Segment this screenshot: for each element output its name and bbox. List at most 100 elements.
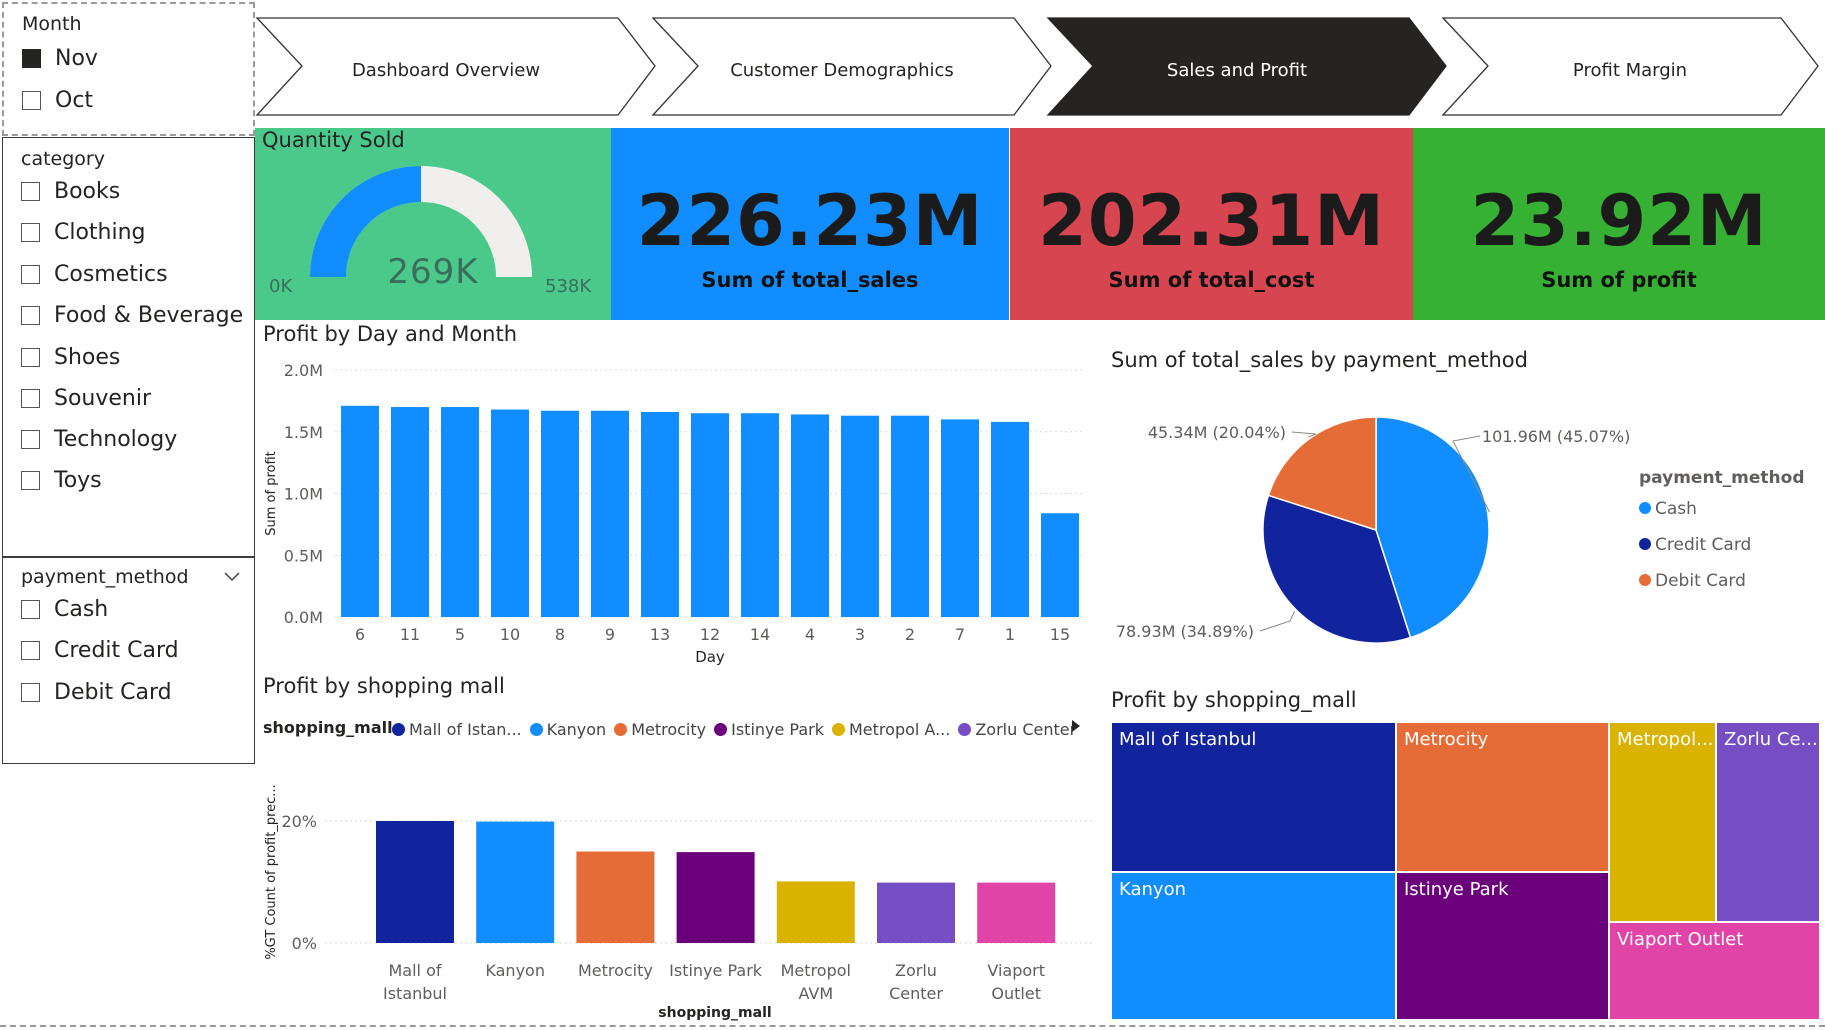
x-tick-label: 10 — [500, 625, 520, 644]
nav-tab-label: Dashboard Overview — [352, 60, 540, 81]
bar — [1041, 513, 1079, 617]
bar — [877, 882, 955, 943]
payment-option-debit-card[interactable]: Debit Card — [21, 678, 172, 706]
treemap-tile[interactable]: Kanyon — [1111, 872, 1396, 1020]
legend-marker — [392, 722, 405, 736]
legend-label: Zorlu Center — [975, 719, 1077, 739]
kpi-card-total-sales[interactable]: 226.23M Sum of total_sales — [611, 128, 1009, 320]
x-tick-label: AVM — [798, 984, 833, 1003]
category-option-technology[interactable]: Technology — [21, 425, 177, 453]
legend-item[interactable]: Metrocity — [614, 718, 706, 740]
profit-treemap[interactable]: Mall of Istanbul Metrocity Metropol... Zorl… — [1111, 722, 1820, 1020]
x-tick-label: Mall of — [388, 961, 441, 980]
treemap-tile-label: Zorlu Ce... — [1724, 729, 1818, 750]
x-tick-label: 14 — [750, 625, 770, 644]
kpi-value: 226.23M — [636, 180, 984, 262]
payment-option-label: Debit Card — [54, 679, 172, 705]
legend-item[interactable]: Zorlu Center — [958, 718, 1076, 740]
category-option-cosmetics[interactable]: Cosmetics — [21, 260, 168, 288]
kpi-label: Sum of total_cost — [1108, 268, 1315, 292]
quantity-sold-gauge[interactable]: Quantity Sold 269K 0K 538K — [255, 128, 611, 320]
x-tick-label: 2 — [905, 625, 915, 644]
month-slicer: Month Nov Oct — [2, 2, 255, 136]
checkbox-icon[interactable] — [21, 388, 40, 408]
kpi-value: 23.92M — [1470, 180, 1768, 262]
treemap-tile-label: Istinye Park — [1404, 879, 1509, 900]
nav-tab-customer-demographics[interactable]: Customer Demographics — [651, 17, 1052, 116]
kpi-label: Sum of total_sales — [701, 268, 919, 292]
treemap-tile[interactable]: Metrocity — [1396, 722, 1609, 872]
treemap-tile-label: Mall of Istanbul — [1119, 729, 1257, 750]
legend-marker — [614, 722, 628, 736]
legend-item[interactable]: Metropol A... — [832, 718, 950, 740]
kpi-card-profit[interactable]: 23.92M Sum of profit — [1413, 128, 1825, 320]
legend-marker — [714, 722, 728, 736]
nav-tab-sales-and-profit[interactable]: Sales and Profit — [1046, 17, 1447, 116]
bar — [841, 415, 879, 617]
x-tick-label: Kanyon — [485, 961, 545, 980]
treemap-tile[interactable]: Viaport Outlet — [1609, 922, 1820, 1020]
bar — [991, 421, 1029, 617]
category-option-toys[interactable]: Toys — [21, 466, 102, 494]
bar — [341, 405, 379, 617]
checkbox-icon[interactable] — [21, 470, 40, 490]
checkbox-icon[interactable] — [21, 640, 40, 660]
bar — [576, 851, 655, 943]
treemap-tile-label: Viaport Outlet — [1617, 929, 1744, 950]
bar — [741, 413, 779, 617]
payment-pie-chart[interactable]: 101.96M (45.07%) 78.93M (34.89%) 45.34M (2… — [1100, 380, 1825, 660]
kpi-label: Sum of profit — [1541, 268, 1697, 292]
nav-tab-dashboard-overview[interactable]: Dashboard Overview — [255, 17, 656, 116]
pie-leader-line — [1259, 611, 1296, 632]
category-option-souvenir[interactable]: Souvenir — [21, 384, 151, 412]
checkbox-icon[interactable] — [21, 264, 40, 284]
payment-slicer-title: payment_method — [21, 566, 189, 588]
legend-marker — [832, 722, 845, 736]
treemap-tile[interactable]: Metropol... — [1609, 722, 1716, 922]
pie-legend-title: payment_method — [1639, 468, 1805, 488]
category-option-food-beverage[interactable]: Food & Beverage — [21, 301, 243, 329]
kpi-card-total-cost[interactable]: 202.31M Sum of total_cost — [1010, 128, 1413, 320]
month-option-nov[interactable]: Nov — [22, 44, 98, 72]
checkbox-icon[interactable] — [21, 429, 40, 449]
legend-item[interactable]: Istinye Park — [714, 718, 824, 740]
checkbox-icon[interactable] — [22, 90, 41, 110]
category-option-label: Shoes — [54, 344, 121, 370]
nav-tab-label: Customer Demographics — [730, 60, 954, 81]
legend-label: Metrocity — [631, 719, 707, 739]
profit-by-day-chart[interactable]: 0.0M0.5M1.0M1.5M2.0MSum of profit6 11 5 10 8… — [255, 350, 1100, 668]
x-tick-label: 1 — [1005, 625, 1015, 644]
payment-option-cash[interactable]: Cash — [21, 595, 108, 623]
category-option-clothing[interactable]: Clothing — [21, 218, 146, 246]
checkbox-icon[interactable] — [21, 222, 40, 242]
legend-item[interactable]: Kanyon — [529, 718, 606, 740]
x-tick-label: 11 — [400, 625, 420, 644]
profit-by-mall-chart[interactable]: 0% 20%%GT Count of profit_prec... Mall of I… — [255, 745, 1100, 1025]
category-option-shoes[interactable]: Shoes — [21, 343, 120, 371]
x-tick-label: 15 — [1050, 625, 1070, 644]
treemap-tile[interactable]: Mall of Istanbul — [1111, 722, 1396, 872]
category-option-books[interactable]: Books — [21, 177, 120, 205]
x-tick-label: Center — [889, 984, 943, 1003]
payment-option-credit-card[interactable]: Credit Card — [21, 636, 179, 664]
y-axis-label: %GT Count of profit_prec... — [264, 784, 279, 959]
category-option-label: Technology — [54, 426, 178, 452]
chevron-down-icon[interactable] — [221, 566, 243, 586]
checkbox-icon[interactable] — [21, 599, 40, 619]
nav-tab-profit-margin[interactable]: Profit Margin — [1441, 17, 1819, 116]
legend-label: Debit Card — [1655, 571, 1746, 591]
x-tick-label: 7 — [955, 625, 965, 644]
checkbox-icon[interactable] — [21, 682, 40, 702]
checkbox-checked-icon[interactable] — [22, 48, 41, 68]
bar — [891, 415, 929, 617]
checkbox-icon[interactable] — [21, 347, 40, 367]
treemap-tile[interactable]: Zorlu Ce... — [1716, 722, 1820, 922]
month-option-oct[interactable]: Oct — [22, 86, 93, 114]
checkbox-icon[interactable] — [21, 305, 40, 325]
legend-item[interactable]: Mall of Istan... — [392, 718, 522, 740]
treemap-tile[interactable]: Istinye Park — [1396, 872, 1609, 1020]
category-option-label: Toys — [54, 467, 102, 493]
nav-tab-label: Sales and Profit — [1167, 60, 1307, 81]
checkbox-icon[interactable] — [21, 181, 40, 201]
legend-next-arrow-icon[interactable] — [1068, 716, 1084, 736]
